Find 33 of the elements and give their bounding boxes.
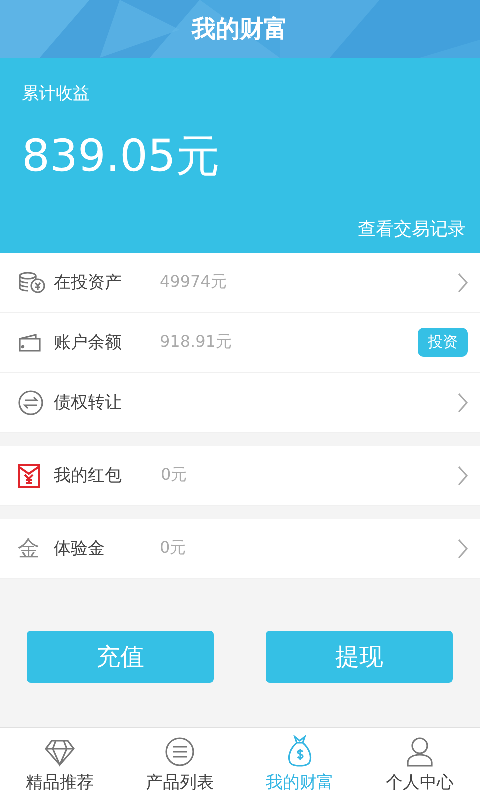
chevron-right-icon	[458, 392, 468, 412]
row-label: 我的红包	[54, 465, 123, 487]
chevron-right-icon	[458, 466, 468, 486]
list-row[interactable]: 债权转让	[0, 373, 480, 433]
row-label: 债权转让	[54, 392, 123, 414]
tab[interactable]: 精品推荐	[0, 728, 120, 800]
list-row[interactable]: 我的红包 0元	[0, 446, 480, 506]
person-icon	[406, 737, 434, 767]
envelope-icon	[18, 464, 40, 488]
list-row[interactable]: 账户余额 918.91元 投资	[0, 313, 480, 373]
row-value: 918.91元	[160, 332, 232, 353]
page-title: 我的财富	[192, 14, 288, 45]
list-row[interactable]: 金 体验金 0元	[0, 519, 480, 579]
chevron-right-icon	[458, 272, 468, 292]
coins-icon	[18, 272, 46, 294]
chevron-right-icon	[458, 538, 468, 558]
tab[interactable]: 个人中心	[360, 728, 480, 800]
row-value: 0元	[161, 465, 188, 486]
earnings-label: 累计收益	[22, 83, 91, 105]
row-value: 49974元	[160, 272, 227, 293]
transfer-icon	[18, 390, 44, 416]
tab[interactable]: 产品列表	[120, 728, 240, 800]
menu-icon	[165, 737, 195, 767]
row-label: 账户余额	[54, 332, 123, 354]
row-label: 体验金	[54, 538, 106, 560]
wallet-icon	[18, 332, 42, 352]
row-label: 在投资产	[54, 272, 123, 294]
earnings-amount: 839.05元	[22, 130, 221, 184]
money-bag-icon	[286, 735, 314, 767]
list-row[interactable]: 在投资产 49974元	[0, 253, 480, 313]
diamond-icon	[44, 739, 76, 767]
row-value: 0元	[160, 538, 186, 559]
glyph-icon: 金	[18, 534, 40, 564]
